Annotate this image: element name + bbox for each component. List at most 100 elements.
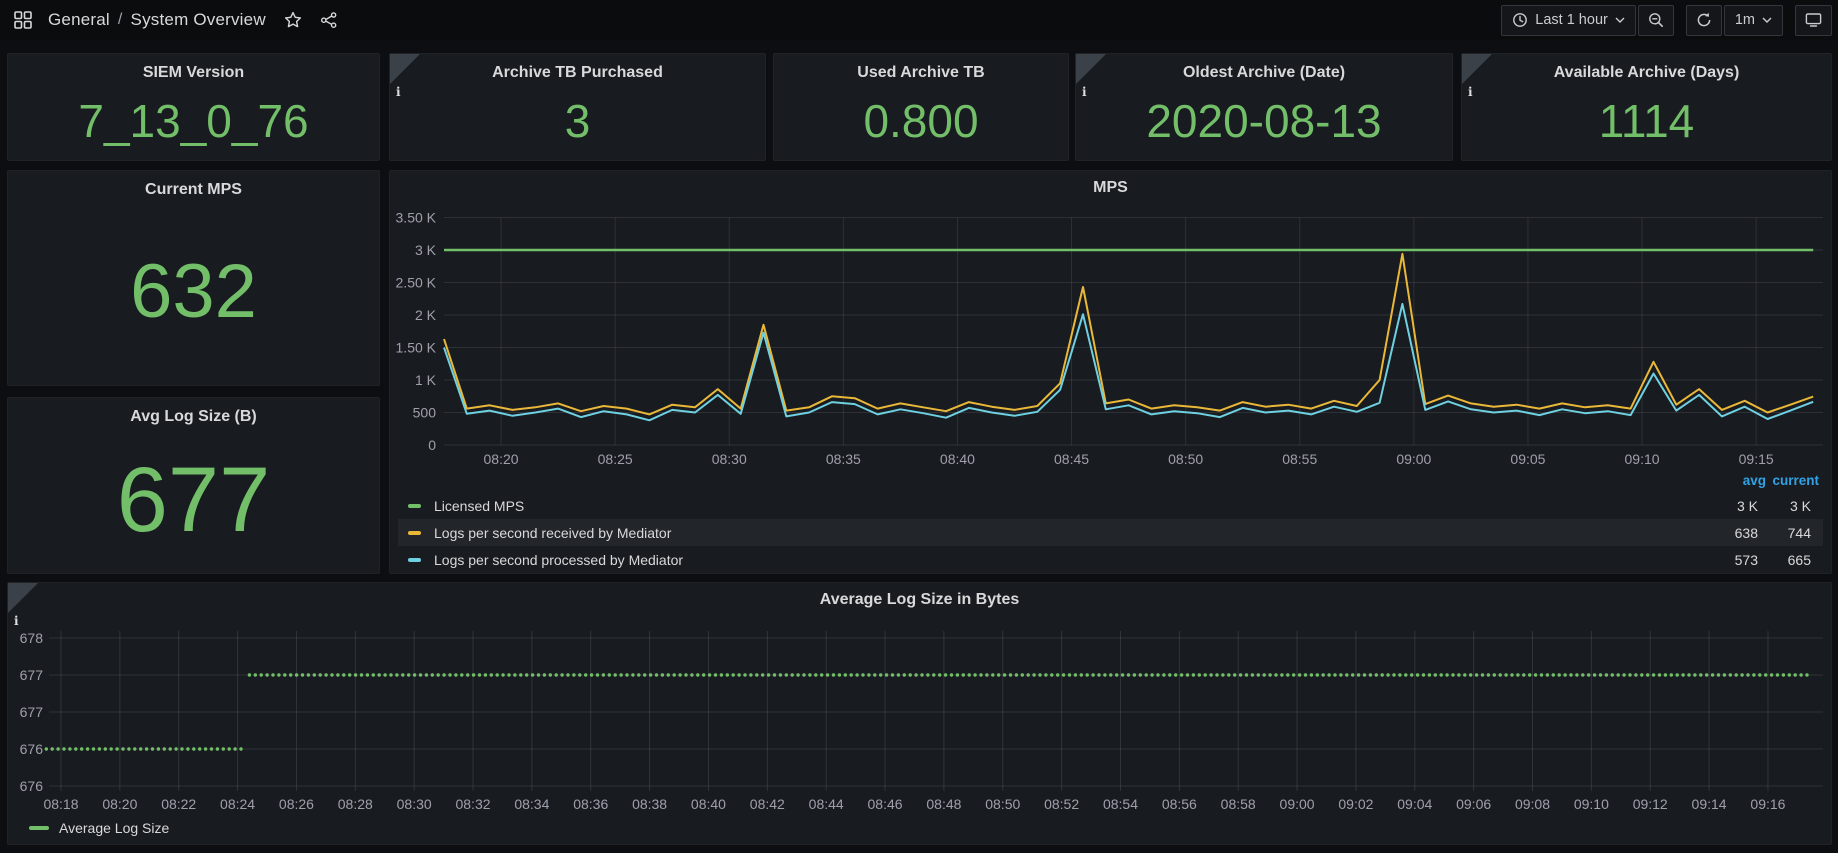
svg-text:1 K: 1 K — [415, 372, 437, 388]
svg-text:08:52: 08:52 — [1044, 796, 1079, 812]
panel-info-corner[interactable]: i — [390, 54, 420, 84]
avg-log-axes: 67867767767667608:1808:2008:2208:2408:26… — [20, 630, 1786, 812]
svg-text:08:42: 08:42 — [750, 796, 785, 812]
panel-title[interactable]: Avg Log Size (B) — [130, 408, 257, 426]
panel-title[interactable]: Available Archive (Days) — [1554, 64, 1740, 82]
info-icon: i — [396, 86, 401, 98]
panel-siem-version: SIEM Version 7_13_0_76 — [7, 53, 380, 161]
tv-mode-button[interactable] — [1795, 5, 1832, 36]
panel-title[interactable]: Oldest Archive (Date) — [1183, 64, 1345, 82]
time-range-picker-button[interactable]: Last 1 hour — [1501, 5, 1636, 36]
panel-title[interactable]: Archive TB Purchased — [492, 64, 663, 82]
share-icon[interactable] — [318, 9, 340, 31]
svg-text:1.50 K: 1.50 K — [396, 340, 437, 356]
series-current-value: 744 — [1788, 525, 1811, 541]
series-avg-value: 573 — [1735, 552, 1758, 568]
svg-text:08:28: 08:28 — [338, 796, 373, 812]
svg-text:2.50 K: 2.50 K — [396, 275, 437, 291]
svg-text:09:14: 09:14 — [1692, 796, 1727, 812]
svg-text:09:10: 09:10 — [1625, 451, 1660, 467]
svg-text:678: 678 — [20, 630, 44, 646]
svg-text:08:20: 08:20 — [484, 451, 519, 467]
svg-text:08:40: 08:40 — [691, 796, 726, 812]
info-icon: i — [1468, 86, 1473, 98]
svg-text:09:05: 09:05 — [1510, 451, 1545, 467]
panel-avg-log-size: Avg Log Size (B) 677 — [7, 397, 380, 574]
mps-axes: 0 500 1 K 1.50 K 2 K 2.50 K 3 K 3.50 K 08:20 08:2… — [396, 210, 1774, 468]
svg-text:676: 676 — [20, 741, 44, 757]
svg-text:09:12: 09:12 — [1633, 796, 1668, 812]
series-current-value: 665 — [1788, 552, 1811, 568]
series-label[interactable]: Average Log Size — [59, 820, 169, 836]
legend-header: avg current — [390, 473, 1831, 491]
svg-text:09:15: 09:15 — [1739, 451, 1774, 467]
series-color-dash — [408, 531, 421, 535]
svg-text:08:22: 08:22 — [161, 796, 196, 812]
top-navbar: General / System Overview Last 1 hour — [0, 0, 1838, 40]
legend-header-avg[interactable]: avg — [1743, 473, 1766, 488]
series-label[interactable]: Licensed MPS — [434, 498, 524, 514]
breadcrumb: General / System Overview — [48, 10, 266, 30]
refresh-interval-dropdown[interactable]: 1m — [1724, 5, 1783, 36]
series-label[interactable]: Logs per second processed by Mediator — [434, 552, 683, 568]
svg-text:08:50: 08:50 — [985, 796, 1020, 812]
panel-archive-tb-purchased: i Archive TB Purchased 3 — [389, 53, 766, 161]
svg-text:677: 677 — [20, 704, 44, 720]
svg-text:08:44: 08:44 — [809, 796, 844, 812]
svg-text:08:40: 08:40 — [940, 451, 975, 467]
stat-value: 2020-08-13 — [1146, 82, 1381, 160]
refresh-button[interactable] — [1686, 5, 1722, 36]
svg-text:09:04: 09:04 — [1397, 796, 1432, 812]
svg-text:677: 677 — [20, 667, 44, 683]
panel-info-corner[interactable]: i — [1462, 54, 1492, 84]
svg-text:08:26: 08:26 — [279, 796, 314, 812]
panel-available-archive-days: i Available Archive (Days) 1114 — [1461, 53, 1832, 161]
panel-title[interactable]: Used Archive TB — [857, 64, 984, 82]
avg-log-size-legend: Average Log Size — [29, 820, 169, 836]
star-icon[interactable] — [282, 9, 304, 31]
series-color-dash — [29, 826, 49, 830]
series-current-value: 3 K — [1790, 498, 1811, 514]
series-avg-value: 638 — [1735, 525, 1758, 541]
svg-text:3.50 K: 3.50 K — [396, 210, 437, 226]
svg-text:09:08: 09:08 — [1515, 796, 1550, 812]
svg-text:09:06: 09:06 — [1456, 796, 1491, 812]
legend-row-processed: Logs per second processed by Mediator 57… — [398, 546, 1823, 573]
avg-log-size-chart-plot[interactable]: 67867767767667608:1808:2008:2208:2408:26… — [8, 583, 1833, 815]
svg-text:500: 500 — [413, 405, 437, 421]
stat-value: 0.800 — [863, 82, 978, 160]
svg-text:08:54: 08:54 — [1103, 796, 1138, 812]
panel-mps-chart: MPS 05001 K1.50 K2 K2.50 K3 K3.50 K08:20… — [389, 170, 1832, 574]
svg-text:08:24: 08:24 — [220, 796, 255, 812]
svg-text:08:30: 08:30 — [397, 796, 432, 812]
legend-header-current[interactable]: current — [1772, 473, 1819, 488]
svg-text:08:45: 08:45 — [1054, 451, 1089, 467]
svg-text:08:20: 08:20 — [102, 796, 137, 812]
panel-title[interactable]: SIEM Version — [143, 64, 244, 82]
series-avg-value: 3 K — [1737, 498, 1758, 514]
mps-chart-plot[interactable]: 0 500 1 K 1.50 K 2 K 2.50 K 3 K 3.50 K 08:20 08:2… — [390, 171, 1833, 467]
panel-info-corner[interactable]: i — [1076, 54, 1106, 84]
refresh-interval-label: 1m — [1735, 12, 1755, 28]
svg-text:2 K: 2 K — [415, 307, 437, 323]
refresh-icon — [1696, 12, 1712, 28]
time-range-label: Last 1 hour — [1535, 12, 1608, 28]
svg-text:08:25: 08:25 — [598, 451, 633, 467]
svg-text:08:36: 08:36 — [573, 796, 608, 812]
legend-row-received: Logs per second received by Mediator 638… — [398, 519, 1823, 546]
svg-text:08:55: 08:55 — [1282, 451, 1317, 467]
series-label[interactable]: Logs per second received by Mediator — [434, 525, 671, 541]
mps-grid — [444, 218, 1823, 446]
zoom-out-button[interactable] — [1638, 5, 1674, 36]
svg-text:09:00: 09:00 — [1280, 796, 1315, 812]
svg-text:09:16: 09:16 — [1750, 796, 1785, 812]
svg-text:3 K: 3 K — [415, 242, 437, 258]
breadcrumb-folder[interactable]: General — [48, 10, 110, 30]
panel-title[interactable]: Current MPS — [145, 181, 242, 199]
monitor-icon — [1805, 12, 1822, 28]
svg-text:0: 0 — [428, 437, 436, 453]
dashboard-grid-icon[interactable] — [12, 9, 34, 31]
breadcrumb-dashboard-title[interactable]: System Overview — [131, 10, 266, 30]
breadcrumb-separator: / — [118, 11, 123, 29]
info-icon: i — [1082, 86, 1087, 98]
